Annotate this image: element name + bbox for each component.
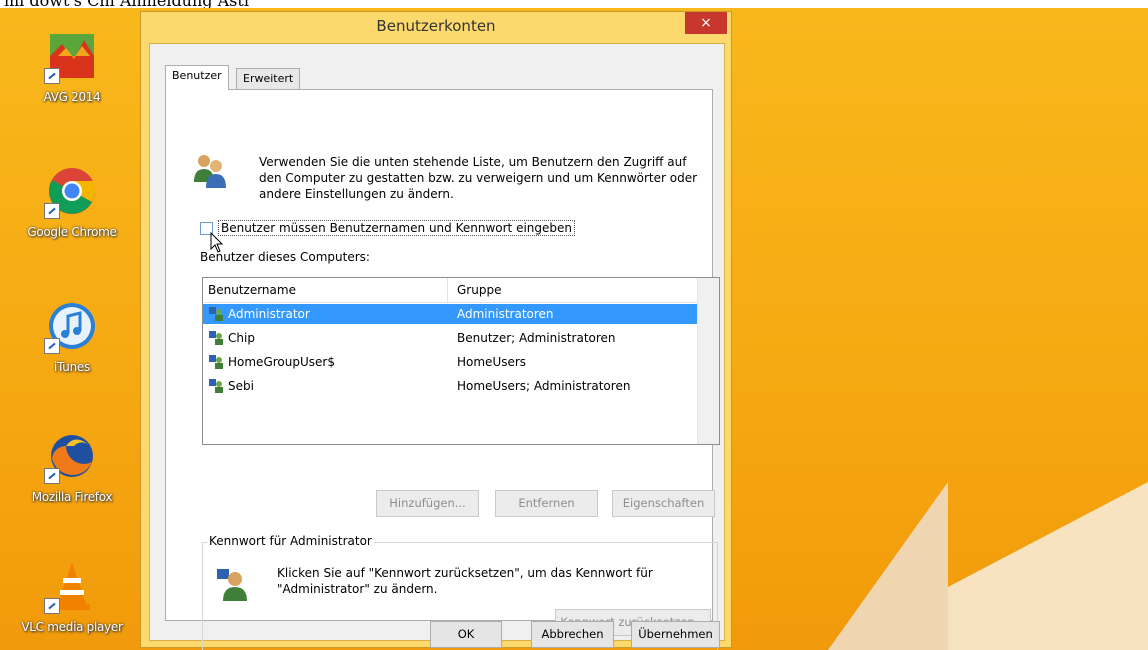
login-required-label[interactable]: Benutzer müssen Benutzernamen und Kennwo… (218, 220, 575, 236)
user-row-chip[interactable]: Chip Benutzer; Administratoren (203, 328, 697, 348)
itunes-icon (44, 298, 100, 354)
column-header-username[interactable]: Benutzername (208, 283, 296, 297)
user-name: Administrator (228, 307, 310, 321)
user-group: Benutzer; Administratoren (457, 331, 616, 345)
desktop-icon-label: iTunes (54, 360, 90, 374)
firefox-icon (44, 428, 100, 484)
user-group: HomeUsers (457, 355, 527, 369)
user-row-homegroupuser[interactable]: HomeGroupUser$ HomeUsers (203, 352, 697, 372)
tab-benutzer[interactable]: Benutzer (165, 65, 229, 90)
list-scrollbar-track (697, 278, 719, 444)
shortcut-arrow-icon (44, 598, 60, 614)
user-icon (209, 355, 223, 369)
desktop-icon-vlc[interactable]: VLC media player (6, 558, 138, 634)
user-icon (209, 307, 223, 321)
avg-icon (44, 28, 100, 84)
add-user-button[interactable]: Hinzufügen... (376, 490, 479, 517)
desktop-icon-label: Mozilla Firefox (31, 490, 113, 504)
user-name: Sebi (228, 379, 254, 393)
remove-user-button[interactable]: Entfernen (495, 490, 598, 517)
cancel-button[interactable]: Abbrechen (531, 621, 614, 648)
user-key-icon (215, 567, 247, 601)
top-caption: mi dowt's Chi Anmeldung Asti (4, 0, 249, 8)
tab-erweitert[interactable]: Erweitert (236, 68, 301, 90)
close-button[interactable]: × (685, 12, 727, 34)
shortcut-arrow-icon (44, 68, 60, 84)
desktop-icon-chrome[interactable]: Google Chrome (6, 163, 138, 239)
user-list[interactable]: Benutzername Gruppe Administrator Admini… (202, 277, 720, 445)
list-header: Benutzername Gruppe (203, 278, 719, 303)
intro-text: Verwenden Sie die unten stehende Liste, … (259, 155, 698, 201)
shortcut-arrow-icon (44, 468, 60, 484)
password-group-legend: Kennwort für Administrator (207, 534, 374, 548)
close-icon: × (700, 15, 712, 31)
users-icon (190, 150, 230, 190)
title-bar[interactable]: Benutzerkonten × (141, 12, 731, 42)
dialog-title: Benutzerkonten (376, 17, 496, 35)
desktop-icon-itunes[interactable]: iTunes (6, 298, 138, 374)
column-divider[interactable] (447, 278, 448, 303)
apply-button[interactable]: Übernehmen (631, 621, 720, 648)
top-caption-strip: mi dowt's Chi Anmeldung Asti (0, 0, 1148, 8)
wallpaper-wedge-shade (828, 482, 948, 650)
users-list-heading: Benutzer dieses Computers: (200, 250, 370, 264)
user-accounts-dialog: Benutzerkonten × Benutzer Erweitert Verw… (140, 11, 732, 650)
user-group: HomeUsers; Administratoren (457, 379, 631, 393)
desktop-icon-label: VLC media player (21, 620, 123, 634)
dialog-client-area: Benutzer Erweitert Verwenden Sie die unt… (149, 43, 725, 650)
vlc-icon (44, 558, 100, 614)
ok-button[interactable]: OK (430, 621, 502, 648)
user-name: Chip (228, 331, 255, 345)
password-reset-text: Klicken Sie auf "Kennwort zurücksetzen",… (277, 566, 653, 596)
desktop-icon-label: AVG 2014 (43, 90, 101, 104)
shortcut-arrow-icon (44, 203, 60, 219)
tab-panel-benutzer: Verwenden Sie die unten stehende Liste, … (165, 89, 720, 650)
desktop-icon-label: Google Chrome (27, 225, 117, 239)
user-name: HomeGroupUser$ (228, 355, 335, 369)
chrome-icon (44, 163, 100, 219)
desktop-icon-firefox[interactable]: Mozilla Firefox (6, 428, 138, 504)
user-row-administrator[interactable]: Administrator Administratoren (203, 304, 697, 324)
shortcut-arrow-icon (44, 338, 60, 354)
user-icon (209, 331, 223, 345)
user-row-sebi[interactable]: Sebi HomeUsers; Administratoren (203, 376, 697, 396)
user-group: Administratoren (457, 307, 554, 321)
user-icon (209, 379, 223, 393)
desktop-icon-avg[interactable]: AVG 2014 (6, 28, 138, 104)
properties-button[interactable]: Eigenschaften (612, 490, 715, 517)
login-required-option[interactable]: Benutzer müssen Benutzernamen und Kennwo… (200, 219, 575, 237)
column-header-group[interactable]: Gruppe (457, 283, 501, 297)
